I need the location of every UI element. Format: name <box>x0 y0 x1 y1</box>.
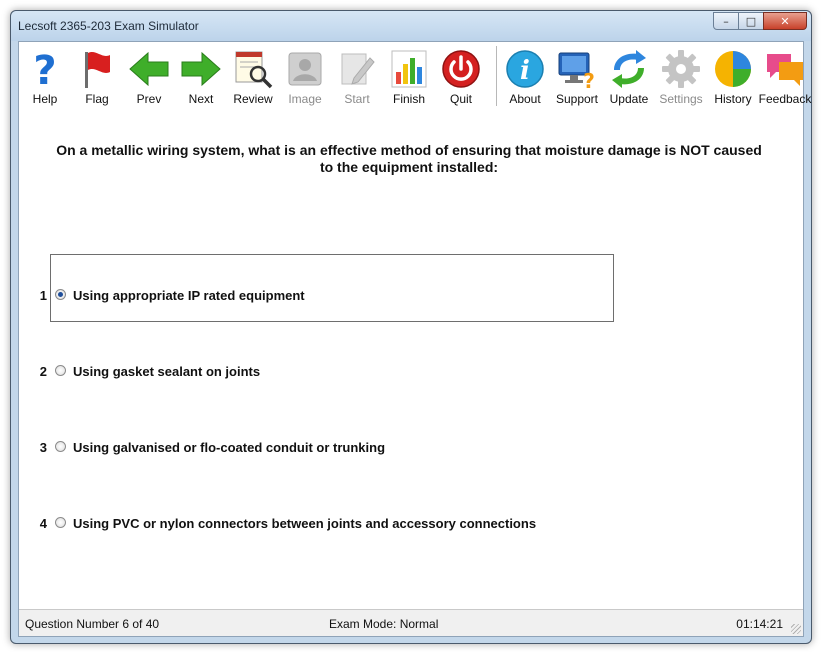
flag-label: Flag <box>85 92 109 106</box>
answer-text: Using galvanised or flo-coated conduit o… <box>73 440 386 455</box>
pie-chart-icon <box>715 51 751 87</box>
info-icon: i <box>506 50 544 88</box>
image-button[interactable]: Image <box>280 44 330 108</box>
next-button[interactable]: Next <box>176 44 226 108</box>
arrow-left-icon <box>129 51 169 87</box>
window-controls: – □ ✕ <box>713 12 807 30</box>
image-label: Image <box>288 92 322 106</box>
support-button[interactable]: ? Support <box>552 44 602 108</box>
client-area: ? Help Flag Prev Next Review Image Start… <box>18 41 811 637</box>
finish-label: Finish <box>392 92 425 106</box>
quit-button[interactable]: Quit <box>436 44 486 108</box>
flag-icon <box>85 52 110 88</box>
prev-button[interactable]: Prev <box>124 44 174 108</box>
prev-label: Prev <box>136 92 162 106</box>
arrow-right-icon <box>181 51 221 87</box>
answer-number: 4 <box>39 516 47 531</box>
help-label: Help <box>32 92 58 106</box>
answer-number: 2 <box>39 364 47 379</box>
resize-grip[interactable] <box>791 624 801 634</box>
history-label: History <box>714 92 752 106</box>
quit-label: Quit <box>449 92 472 106</box>
feedback-button[interactable]: Feedback <box>758 44 812 108</box>
pencil-document-icon <box>341 53 375 85</box>
answer-radio[interactable] <box>55 289 66 300</box>
magnifier-document-icon <box>235 51 273 89</box>
review-label: Review <box>233 92 273 106</box>
app-window: Lecsoft 2365-203 Exam Simulator – □ ✕ ? … <box>10 10 812 644</box>
maximize-button[interactable]: □ <box>738 12 764 30</box>
answer-option-1[interactable]: 1 Using appropriate IP rated equipment <box>19 286 803 306</box>
help-button[interactable]: ? Help <box>20 44 70 108</box>
answer-text: Using PVC or nylon connectors between jo… <box>73 516 537 531</box>
power-icon <box>442 50 480 88</box>
answer-radio[interactable] <box>55 441 66 452</box>
minimize-button[interactable]: – <box>713 12 739 30</box>
support-label: Support <box>555 92 599 106</box>
speech-bubbles-icon <box>767 54 803 86</box>
flag-button[interactable]: Flag <box>72 44 122 108</box>
update-label: Update <box>609 92 649 106</box>
answer-text: Using appropriate IP rated equipment <box>73 288 305 303</box>
question-panel: On a metallic wiring system, what is an … <box>19 110 803 610</box>
about-label: About <box>509 92 541 106</box>
answer-option-4[interactable]: 4 Using PVC or nylon connectors between … <box>19 514 803 534</box>
next-label: Next <box>188 92 214 106</box>
toolbar: ? Help Flag Prev Next Review Image Start… <box>19 42 811 110</box>
monitor-help-icon: ? <box>558 52 595 90</box>
image-icon <box>288 52 322 86</box>
answer-option-3[interactable]: 3 Using galvanised or flo-coated conduit… <box>19 438 803 458</box>
answer-text: Using gasket sealant on joints <box>73 364 261 379</box>
start-label: Start <box>344 92 370 106</box>
bar-chart-icon <box>391 50 427 88</box>
status-bar: Question Number 6 of 40 Exam Mode: Norma… <box>19 609 803 636</box>
title-bar[interactable]: Lecsoft 2365-203 Exam Simulator – □ ✕ <box>11 11 811 41</box>
help-icon: ? <box>33 48 56 90</box>
settings-button[interactable]: Settings <box>656 44 706 108</box>
start-button[interactable]: Start <box>332 44 382 108</box>
about-button[interactable]: i About <box>500 44 550 108</box>
refresh-arrows-icon <box>612 50 646 88</box>
settings-label: Settings <box>659 92 703 106</box>
answer-option-2[interactable]: 2 Using gasket sealant on joints <box>19 362 803 382</box>
gear-icon <box>662 50 700 88</box>
question-text: On a metallic wiring system, what is an … <box>56 142 762 175</box>
toolbar-separator <box>496 46 497 106</box>
finish-button[interactable]: Finish <box>384 44 434 108</box>
answer-number: 1 <box>39 288 47 303</box>
review-button[interactable]: Review <box>228 44 278 108</box>
window-title: Lecsoft 2365-203 Exam Simulator <box>18 19 199 33</box>
answer-radio[interactable] <box>55 517 66 528</box>
svg-text:i: i <box>520 56 530 86</box>
answer-radio[interactable] <box>55 365 66 376</box>
svg-text:?: ? <box>583 69 595 90</box>
close-button[interactable]: ✕ <box>763 12 807 30</box>
timer-status: 01:14:21 <box>736 617 783 631</box>
svg-text:?: ? <box>33 48 56 90</box>
question-number-status: Question Number 6 of 40 <box>25 617 160 631</box>
feedback-label: Feedback <box>758 92 812 106</box>
history-button[interactable]: History <box>708 44 758 108</box>
answer-number: 3 <box>39 440 47 455</box>
update-button[interactable]: Update <box>604 44 654 108</box>
exam-mode-status: Exam Mode: Normal <box>329 617 439 631</box>
